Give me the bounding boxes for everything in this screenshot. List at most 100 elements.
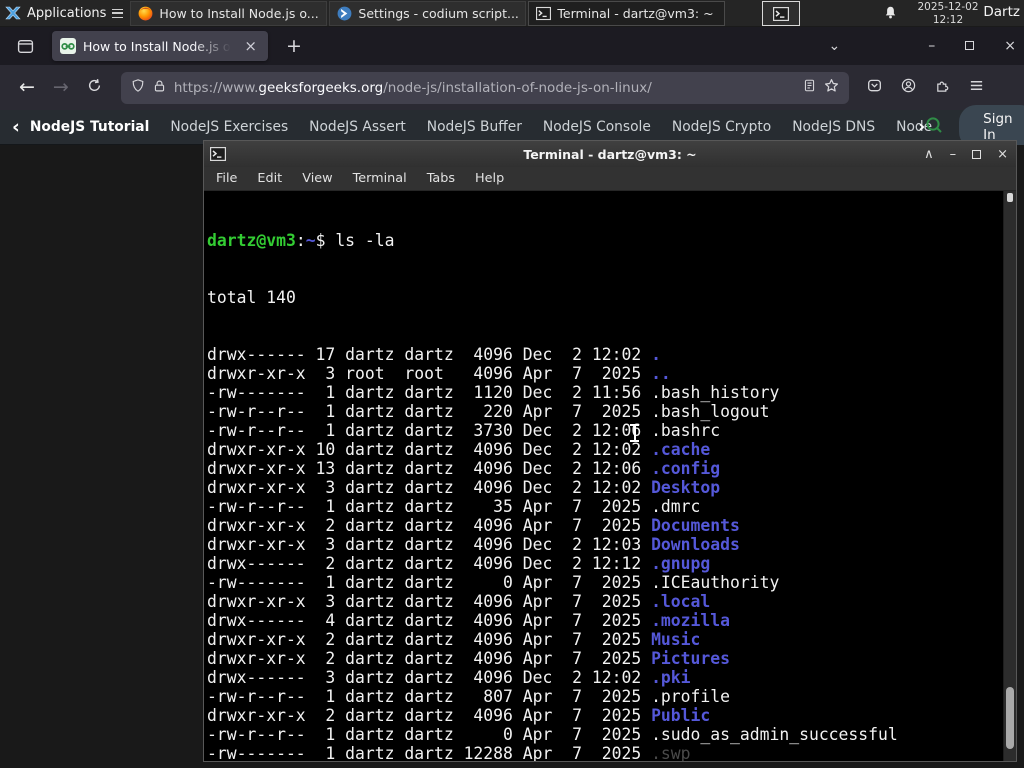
terminal-line: -rw------- 1 dartz dartz 1120 Dec 2 11:5… <box>207 383 1016 402</box>
terminal-line: -rw------- 1 dartz dartz 12288 Apr 7 202… <box>207 744 1016 761</box>
geeksforgeeks-favicon <box>60 38 76 54</box>
file-name: .dmrc <box>651 497 701 516</box>
taskbar-window-label: How to Install Node.js o... <box>159 5 319 21</box>
terminal-title-bar[interactable]: Terminal - dartz@vm3: ~ ∧ – × <box>204 141 1016 167</box>
reader-view-icon[interactable] <box>803 78 816 97</box>
url-bar[interactable]: https://www.geeksforgeeks.org/node-js/in… <box>120 71 849 104</box>
terminal-line: drwxr-xr-x 2 dartz dartz 4096 Apr 7 2025… <box>207 649 1016 668</box>
terminal-line: drwxr-xr-x 3 dartz dartz 4096 Dec 2 12:0… <box>207 478 1016 497</box>
site-nav-link[interactable]: NodeJS Console <box>543 119 651 135</box>
file-name: .mozilla <box>651 611 731 630</box>
terminal-line: -rw-r--r-- 1 dartz dartz 0 Apr 7 2025 .s… <box>207 725 1016 744</box>
terminal-line: -rw------- 1 dartz dartz 0 Apr 7 2025 .I… <box>207 573 1016 592</box>
terminal-line: drwxr-xr-x 13 dartz dartz 4096 Dec 2 12:… <box>207 459 1016 478</box>
account-icon[interactable] <box>901 78 916 97</box>
terminal-window: Terminal - dartz@vm3: ~ ∧ – × File Edit Vi… <box>203 140 1017 762</box>
applications-menu-button[interactable]: Applications <box>0 0 130 27</box>
file-name: Desktop <box>651 478 721 497</box>
top-panel: Applications How to Install Node.js o...… <box>0 0 1024 27</box>
tray-terminal-launcher[interactable] <box>762 1 800 26</box>
reload-icon[interactable] <box>78 78 111 97</box>
chevron-left-icon[interactable]: ‹ <box>12 117 20 137</box>
terminal-menu-edit[interactable]: Edit <box>247 168 292 189</box>
browser-minimize-button[interactable]: – <box>928 39 935 53</box>
file-name: .ICEauthority <box>651 573 780 592</box>
terminal-close-button[interactable]: × <box>997 147 1008 162</box>
bookmark-star-icon[interactable] <box>824 78 839 97</box>
file-meta: drwxr-xr-x 3 dartz dartz 4096 Dec 2 12:0… <box>207 535 652 554</box>
site-nav-link[interactable]: NodeJS Assert <box>309 119 406 135</box>
terminal-line: drwxr-xr-x 3 dartz dartz 4096 Apr 7 2025… <box>207 592 1016 611</box>
xfce-logo-icon <box>5 5 21 21</box>
terminal-window-title: Terminal - dartz@vm3: ~ <box>523 146 697 162</box>
terminal-menu-view[interactable]: View <box>292 168 342 189</box>
site-nav-link[interactable]: NodeJS Crypto <box>672 119 771 135</box>
file-meta: drwxr-xr-x 2 dartz dartz 4096 Apr 7 2025 <box>207 649 652 668</box>
terminal-menu-help[interactable]: Help <box>465 168 514 189</box>
file-meta: -rw-r--r-- 1 dartz dartz 220 Apr 7 2025 <box>207 402 652 421</box>
chevron-right-icon[interactable]: › <box>918 117 925 137</box>
forward-button[interactable]: → <box>44 78 78 97</box>
file-name: .. <box>651 364 671 383</box>
terminal-menu-file[interactable]: File <box>206 168 247 189</box>
pocket-icon[interactable] <box>867 78 882 97</box>
browser-toolbar: ← → https://www.geeksforgeeks.org/node-j… <box>0 65 1024 110</box>
hamburger-menu-icon[interactable] <box>969 78 984 97</box>
site-nav-link[interactable]: NodeJS DNS <box>792 119 875 135</box>
file-meta: drwx------ 17 dartz dartz 4096 Dec 2 12:… <box>207 345 652 364</box>
file-name: .profile <box>651 687 731 706</box>
taskbar-window-button[interactable]: Terminal - dartz@vm3: ~ <box>528 0 726 26</box>
browser-tab[interactable]: How to Install Node.js on × <box>52 31 268 61</box>
terminal-rollup-button[interactable]: ∧ <box>924 147 934 162</box>
taskbar-window-button[interactable]: How to Install Node.js o... <box>130 0 328 26</box>
terminal-menu-terminal[interactable]: Terminal <box>343 168 417 189</box>
file-name: . <box>651 345 661 364</box>
prompt-path: ~ <box>305 231 316 250</box>
terminal-output[interactable]: dartz@vm3:~$ ls -la total 140 drwx------… <box>204 191 1016 761</box>
terminal-line: drwxr-xr-x 10 dartz dartz 4096 Dec 2 12:… <box>207 440 1016 459</box>
browser-maximize-button[interactable] <box>965 41 975 50</box>
vscodium-icon <box>336 5 352 21</box>
site-search-icon[interactable] <box>925 116 943 138</box>
browser-close-button[interactable]: × <box>1004 39 1016 53</box>
firefox-view-icon[interactable] <box>8 32 42 60</box>
tab-close-icon[interactable]: × <box>241 38 260 55</box>
lock-icon[interactable] <box>153 78 166 97</box>
scrollbar-top-tick <box>1007 193 1013 202</box>
site-nav-link[interactable]: NodeJS Buffer <box>427 119 522 135</box>
panel-clock[interactable]: 2025-12-02 12:12 <box>908 1 988 26</box>
file-meta: drwxr-xr-x 3 root root 4096 Apr 7 2025 <box>207 364 652 383</box>
site-nav-link[interactable]: NodeJS Tutorial <box>30 119 150 135</box>
taskbar-window-label: Terminal - dartz@vm3: ~ <box>557 5 714 21</box>
taskbar-window-label: Settings - codium script... <box>358 5 519 21</box>
url-text: https://www.geeksforgeeks.org/node-js/in… <box>173 79 652 96</box>
scrollbar-thumb[interactable] <box>1006 687 1014 749</box>
terminal-line: drwxr-xr-x 2 dartz dartz 4096 Apr 7 2025… <box>207 706 1016 725</box>
terminal-icon <box>535 5 551 21</box>
shield-icon[interactable] <box>131 78 145 97</box>
back-button[interactable]: ← <box>10 78 44 97</box>
desktop: Applications How to Install Node.js o...… <box>0 0 1024 768</box>
terminal-scrollbar[interactable] <box>1003 191 1016 761</box>
file-name: .cache <box>651 440 711 459</box>
notification-bell-icon[interactable] <box>883 5 898 24</box>
clock-date: 2025-12-02 <box>917 1 979 13</box>
file-name: .gnupg <box>651 554 711 573</box>
terminal-minimize-button[interactable]: – <box>950 147 957 162</box>
extensions-puzzle-icon[interactable] <box>935 78 950 97</box>
list-all-tabs-chevron-icon[interactable]: ⌄ <box>829 38 841 54</box>
terminal-line: drwx------ 2 dartz dartz 4096 Dec 2 12:1… <box>207 554 1016 573</box>
file-name: .local <box>651 592 711 611</box>
file-meta: drwxr-xr-x 2 dartz dartz 4096 Apr 7 2025 <box>207 630 652 649</box>
terminal-line: -rw-r--r-- 1 dartz dartz 807 Apr 7 2025 … <box>207 687 1016 706</box>
taskbar-window-button[interactable]: Settings - codium script... <box>329 0 527 26</box>
file-name: .bash_logout <box>651 402 770 421</box>
file-meta: drwxr-xr-x 10 dartz dartz 4096 Dec 2 12:… <box>207 440 652 459</box>
file-meta: -rw------- 1 dartz dartz 0 Apr 7 2025 <box>207 573 652 592</box>
panel-tasklist: How to Install Node.js o... Settings - co… <box>130 0 727 27</box>
panel-user-label[interactable]: Dartz <box>983 4 1020 20</box>
terminal-menu-tabs[interactable]: Tabs <box>417 168 465 189</box>
site-nav-link[interactable]: NodeJS Exercises <box>170 119 288 135</box>
new-tab-button[interactable]: + <box>280 35 308 57</box>
terminal-maximize-button[interactable] <box>972 149 982 159</box>
